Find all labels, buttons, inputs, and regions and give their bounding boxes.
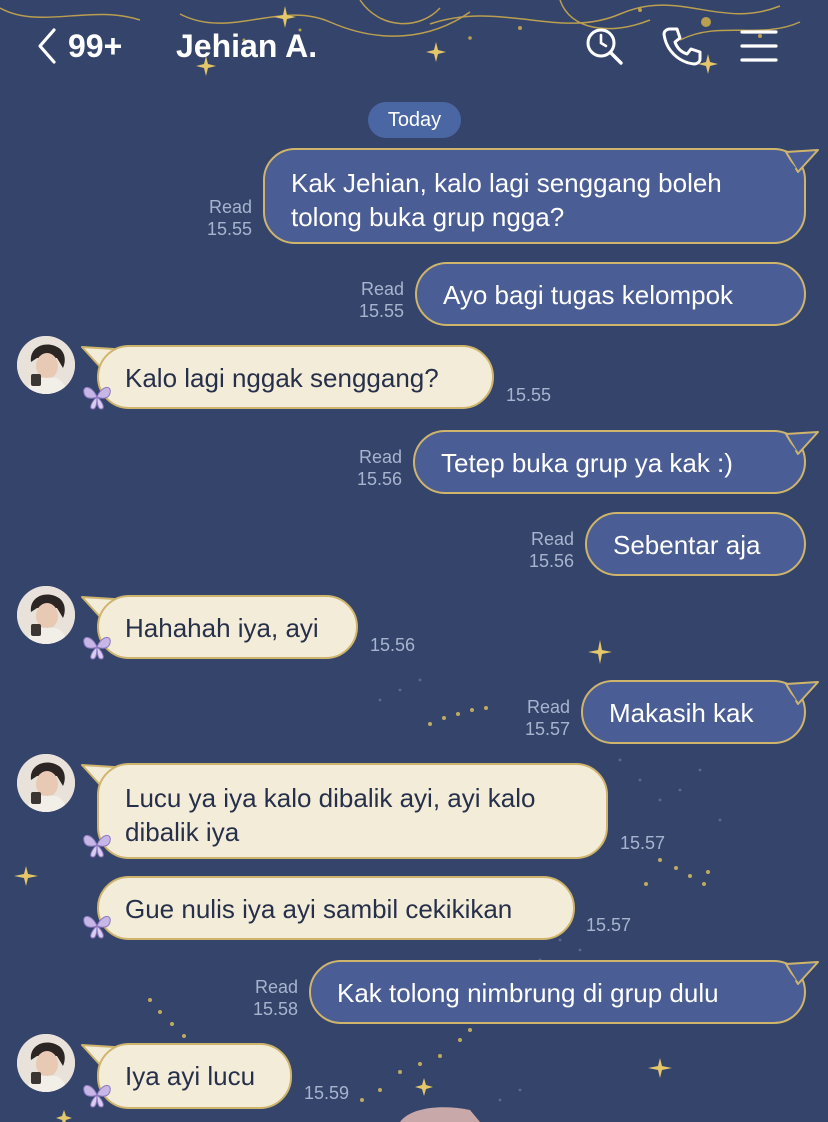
message-text: Hahahah iya, ayi bbox=[125, 613, 319, 643]
butterfly-icon bbox=[83, 637, 111, 660]
message-time: 15.59 bbox=[304, 1083, 350, 1103]
message-text: Sebentar aja bbox=[613, 530, 761, 560]
avatar[interactable] bbox=[17, 1034, 75, 1092]
bubble-tail bbox=[785, 149, 819, 173]
message-meta: Read 15.58 bbox=[234, 976, 298, 1020]
message-text: Kak Jehian, kalo lagi senggang boleh tol… bbox=[291, 168, 722, 232]
avatar-image bbox=[17, 336, 75, 394]
message-meta: Read 15.55 bbox=[186, 196, 252, 240]
message-meta: Read 15.57 bbox=[506, 696, 570, 740]
incoming-bubble[interactable]: Gue nulis iya ayi sambil cekikikan bbox=[97, 876, 575, 940]
butterfly-icon bbox=[83, 387, 111, 410]
message-time: 15.57 bbox=[620, 833, 666, 853]
message-text: Kalo lagi nggak senggang? bbox=[125, 363, 439, 393]
message-text: Lucu ya iya kalo dibalik ayi, ayi kalo d… bbox=[125, 783, 536, 847]
back-button[interactable]: 99+ bbox=[34, 26, 144, 66]
avatar-image bbox=[17, 754, 75, 812]
outgoing-bubble[interactable]: Tetep buka grup ya kak :) bbox=[413, 430, 806, 494]
bubble-tail bbox=[785, 961, 819, 985]
message-text: Makasih kak bbox=[609, 698, 754, 728]
message-time: 15.55 bbox=[506, 385, 552, 405]
message-time: 15.57 bbox=[586, 915, 632, 935]
avatar[interactable] bbox=[17, 586, 75, 644]
message-meta: Read 15.55 bbox=[340, 278, 404, 322]
read-status: Read bbox=[526, 697, 570, 717]
chat-header: 99+ Jehian A. bbox=[0, 0, 828, 92]
avatar-image bbox=[17, 1034, 75, 1092]
read-status: Read bbox=[254, 977, 298, 997]
butterfly-icon bbox=[83, 916, 111, 939]
outgoing-bubble[interactable]: Kak tolong nimbrung di grup dulu bbox=[309, 960, 806, 1024]
menu-icon[interactable] bbox=[738, 24, 782, 68]
search-icon[interactable] bbox=[582, 24, 626, 68]
unread-count: 99+ bbox=[68, 27, 123, 64]
incoming-bubble[interactable]: Hahahah iya, ayi bbox=[97, 595, 358, 659]
read-status: Read bbox=[358, 447, 402, 467]
butterfly-icon bbox=[83, 1085, 111, 1108]
message-text: Gue nulis iya ayi sambil cekikikan bbox=[125, 894, 513, 924]
bubble-tail bbox=[785, 681, 819, 705]
avatar[interactable] bbox=[17, 754, 75, 812]
date-separator: Today bbox=[368, 102, 461, 138]
incoming-bubble[interactable]: Kalo lagi nggak senggang? bbox=[97, 345, 494, 409]
message-text: Tetep buka grup ya kak :) bbox=[441, 448, 733, 478]
outgoing-bubble[interactable]: Makasih kak bbox=[581, 680, 806, 744]
message-time: 15.58 bbox=[252, 999, 298, 1019]
outgoing-bubble[interactable]: Ayo bagi tugas kelompok bbox=[415, 262, 806, 326]
chevron-left-icon bbox=[38, 28, 56, 64]
message-time: 15.57 bbox=[524, 719, 570, 739]
message-time: 15.55 bbox=[206, 219, 252, 239]
read-status: Read bbox=[208, 197, 252, 217]
message-time: 15.56 bbox=[528, 551, 574, 571]
message-time: 15.55 bbox=[358, 301, 404, 321]
bubble-tail bbox=[785, 431, 819, 455]
message-text: Iya ayi lucu bbox=[125, 1061, 256, 1091]
message-time: 15.56 bbox=[370, 635, 416, 655]
message-meta: Read 15.56 bbox=[338, 446, 402, 490]
read-status: Read bbox=[360, 279, 404, 299]
outgoing-bubble[interactable]: Kak Jehian, kalo lagi senggang boleh tol… bbox=[263, 148, 806, 244]
outgoing-bubble[interactable]: Sebentar aja bbox=[585, 512, 806, 576]
phone-icon[interactable] bbox=[660, 24, 704, 68]
message-meta: Read 15.56 bbox=[510, 528, 574, 572]
message-time: 15.56 bbox=[356, 469, 402, 489]
incoming-bubble[interactable]: Iya ayi lucu bbox=[97, 1043, 292, 1109]
avatar[interactable] bbox=[17, 336, 75, 394]
read-status: Read bbox=[530, 529, 574, 549]
contact-name[interactable]: Jehian A. bbox=[176, 26, 317, 66]
incoming-bubble[interactable]: Lucu ya iya kalo dibalik ayi, ayi kalo d… bbox=[97, 763, 608, 859]
avatar-image bbox=[17, 586, 75, 644]
message-text: Kak tolong nimbrung di grup dulu bbox=[337, 978, 719, 1008]
message-text: Ayo bagi tugas kelompok bbox=[443, 280, 734, 310]
butterfly-icon bbox=[83, 835, 111, 858]
